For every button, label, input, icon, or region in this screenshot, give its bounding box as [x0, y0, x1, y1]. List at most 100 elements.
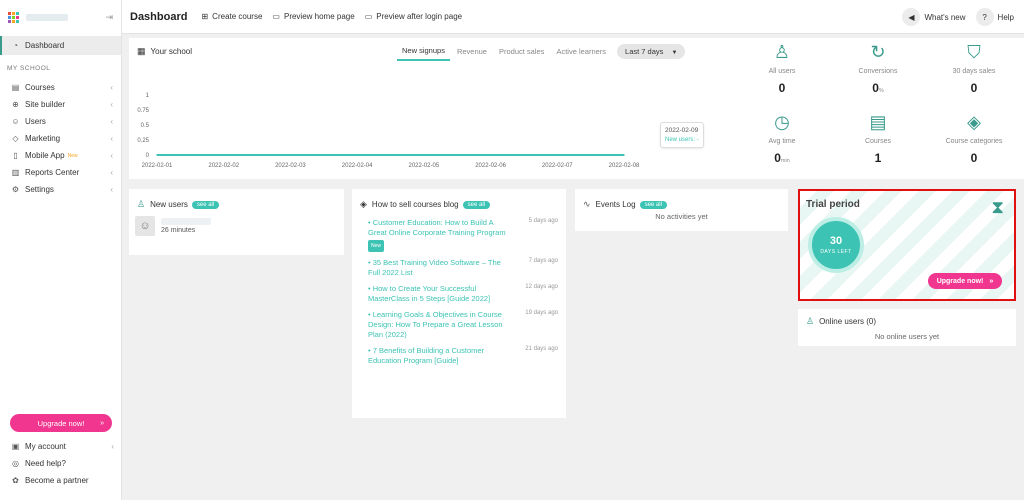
x-tick-label: 2022-02-06 [475, 163, 506, 169]
stat-value: 0% [872, 81, 884, 95]
data-point[interactable] [623, 154, 625, 156]
sidebar-item-settings[interactable]: ⚙ Settings ‹ [0, 181, 121, 198]
chart-tabs: New signups Revenue Product sales Active… [397, 42, 686, 61]
document-icon: ▤ [869, 112, 887, 132]
avatar: ☺ [135, 216, 155, 236]
see-all-button[interactable]: see all [639, 200, 667, 209]
card-header: ♙ Online users (0) [798, 309, 1016, 327]
stat-label: Avg time [768, 138, 796, 145]
date-range-select[interactable]: Last 7 days ▼ [617, 44, 686, 59]
double-chevron-right-icon: » [100, 419, 104, 427]
list-item[interactable]: ☺ 26 minutes [129, 210, 344, 236]
chevron-left-icon: ‹ [110, 100, 113, 109]
account-icon: ▣ [11, 442, 20, 451]
chart-icon: ▥ [11, 168, 20, 177]
data-point[interactable] [156, 154, 158, 156]
header-right: ◀ What's new ? Help [902, 0, 1014, 34]
whats-new-button[interactable]: ◀ What's new [902, 8, 966, 26]
sidebar-item-become-partner[interactable]: ✿ Become a partner [0, 472, 122, 489]
sidebar-item-courses[interactable]: ▤ Courses ‹ [0, 79, 121, 96]
sidebar-item-my-account[interactable]: ▣ My account ‹ [0, 438, 122, 455]
create-course-link[interactable]: ⊞ Create course [201, 12, 262, 21]
data-point[interactable] [289, 154, 292, 156]
blog-title: 7 Benefits of Building a Customer Educat… [368, 346, 485, 365]
blog-date: 19 days ago [525, 310, 558, 316]
apps-grid-icon[interactable] [8, 12, 19, 23]
data-point[interactable] [356, 154, 358, 156]
partner-icon: ✿ [12, 476, 19, 485]
x-tick-label: 2022-02-01 [142, 163, 173, 169]
section-label: MY SCHOOL [7, 65, 51, 72]
sidebar-item-marketing[interactable]: ◇ Marketing ‹ [0, 130, 121, 147]
sidebar-item-label: Site builder [25, 100, 66, 109]
sidebar-item-label: Users [25, 117, 46, 126]
sidebar-item-label: Reports Center [25, 168, 80, 177]
blog-title: 35 Best Training Video Software – The Fu… [368, 258, 501, 277]
tab-revenue[interactable]: Revenue [452, 43, 492, 60]
data-point[interactable] [489, 154, 492, 156]
tooltip-value: New users: - [665, 137, 699, 143]
see-all-button[interactable]: see all [462, 200, 490, 209]
bag-icon: ⛉ [967, 42, 981, 62]
empty-message: No online users yet [874, 332, 940, 341]
tab-product-sales[interactable]: Product sales [494, 43, 549, 60]
sidebar-item-dashboard[interactable]: ◔ Dashboard [0, 36, 121, 55]
blog-item[interactable]: • 35 Best Training Video Software – The … [352, 258, 566, 278]
card-title: New users [150, 200, 188, 209]
collapse-sidebar-icon[interactable]: ⇥ [105, 12, 113, 23]
sidebar-item-reports-center[interactable]: ▥ Reports Center ‹ [0, 164, 121, 181]
sidebar-item-users[interactable]: ☺ Users ‹ [0, 113, 121, 130]
chart-tooltip: 2022-02-09 New users: - [660, 122, 704, 148]
user-icon: ♙ [137, 199, 146, 209]
create-course-label: Create course [212, 12, 263, 21]
book-icon: ▤ [11, 83, 20, 92]
data-point[interactable] [556, 154, 559, 156]
sidebar-item-label: My account [25, 442, 66, 451]
logo-row: ⇥ [0, 0, 121, 34]
sidebar-item-label: Settings [25, 185, 54, 194]
empty-message: No activities yet [655, 212, 708, 221]
x-tick-label: 2022-02-03 [275, 163, 306, 169]
y-tick-label: 0.25 [137, 138, 149, 144]
preview-after-login-link[interactable]: ▭ Preview after login page [365, 12, 462, 21]
blog-item[interactable]: • 7 Benefits of Building a Customer Educ… [352, 346, 566, 366]
data-point[interactable] [222, 154, 225, 156]
sidebar-item-mobile-app[interactable]: ▯ Mobile App New ‹ [0, 147, 121, 164]
preview-home-link[interactable]: ▭ Preview home page [272, 12, 354, 21]
sidebar-upgrade-button[interactable]: Upgrade now! » [10, 414, 112, 432]
data-point[interactable] [423, 154, 425, 156]
refresh-icon: ↻ [870, 42, 886, 62]
panel-title: ▦ Your school [137, 46, 192, 57]
top-header: Dashboard ⊞ Create course ▭ Preview home… [122, 0, 1024, 34]
tab-new-signups[interactable]: New signups [397, 42, 450, 61]
user-icon: ♙ [806, 316, 815, 326]
blog-title: How to Create Your Successful MasterClas… [368, 284, 491, 303]
chevron-left-icon: ‹ [110, 134, 113, 143]
stat-value: 0 [778, 81, 786, 95]
blog-item[interactable]: • Learning Goals & Objectives in Course … [352, 310, 566, 340]
preview-home-label: Preview home page [283, 12, 355, 21]
blog-date: 21 days ago [525, 346, 558, 352]
x-tick-label: 2022-02-05 [409, 163, 440, 169]
user-icon: ♙ [773, 42, 791, 62]
blog-item[interactable]: • How to Create Your Successful MasterCl… [352, 284, 566, 304]
hourglass-icon: ⧗ [991, 197, 1004, 217]
y-tick-label: 0.75 [137, 108, 149, 114]
card-header: ◈ How to sell courses blog see all [352, 189, 566, 210]
clock-icon: ◷ [774, 112, 790, 132]
x-tick-label: 2022-02-07 [542, 163, 573, 169]
tab-active-learners[interactable]: Active learners [551, 43, 611, 60]
help-button[interactable]: ? Help [975, 8, 1014, 26]
globe-icon: ⊕ [12, 100, 19, 109]
sidebar-item-need-help[interactable]: ◎ Need help? [0, 455, 122, 472]
sidebar-item-label: Mobile App [25, 151, 65, 160]
trial-upgrade-button[interactable]: Upgrade now! » [928, 273, 1002, 289]
sidebar-item-site-builder[interactable]: ⊕ Site builder ‹ [0, 96, 121, 113]
blog-item[interactable]: • Customer Education: How to Build A Gre… [352, 218, 566, 252]
stat-value: 0 [970, 81, 978, 95]
see-all-button[interactable]: see all [191, 200, 220, 209]
date-range-value: Last 7 days [625, 47, 664, 56]
gear-icon: ⚙ [11, 185, 20, 194]
sidebar-item-label: Dashboard [25, 41, 65, 50]
panel-title-label: Your school [150, 47, 193, 56]
